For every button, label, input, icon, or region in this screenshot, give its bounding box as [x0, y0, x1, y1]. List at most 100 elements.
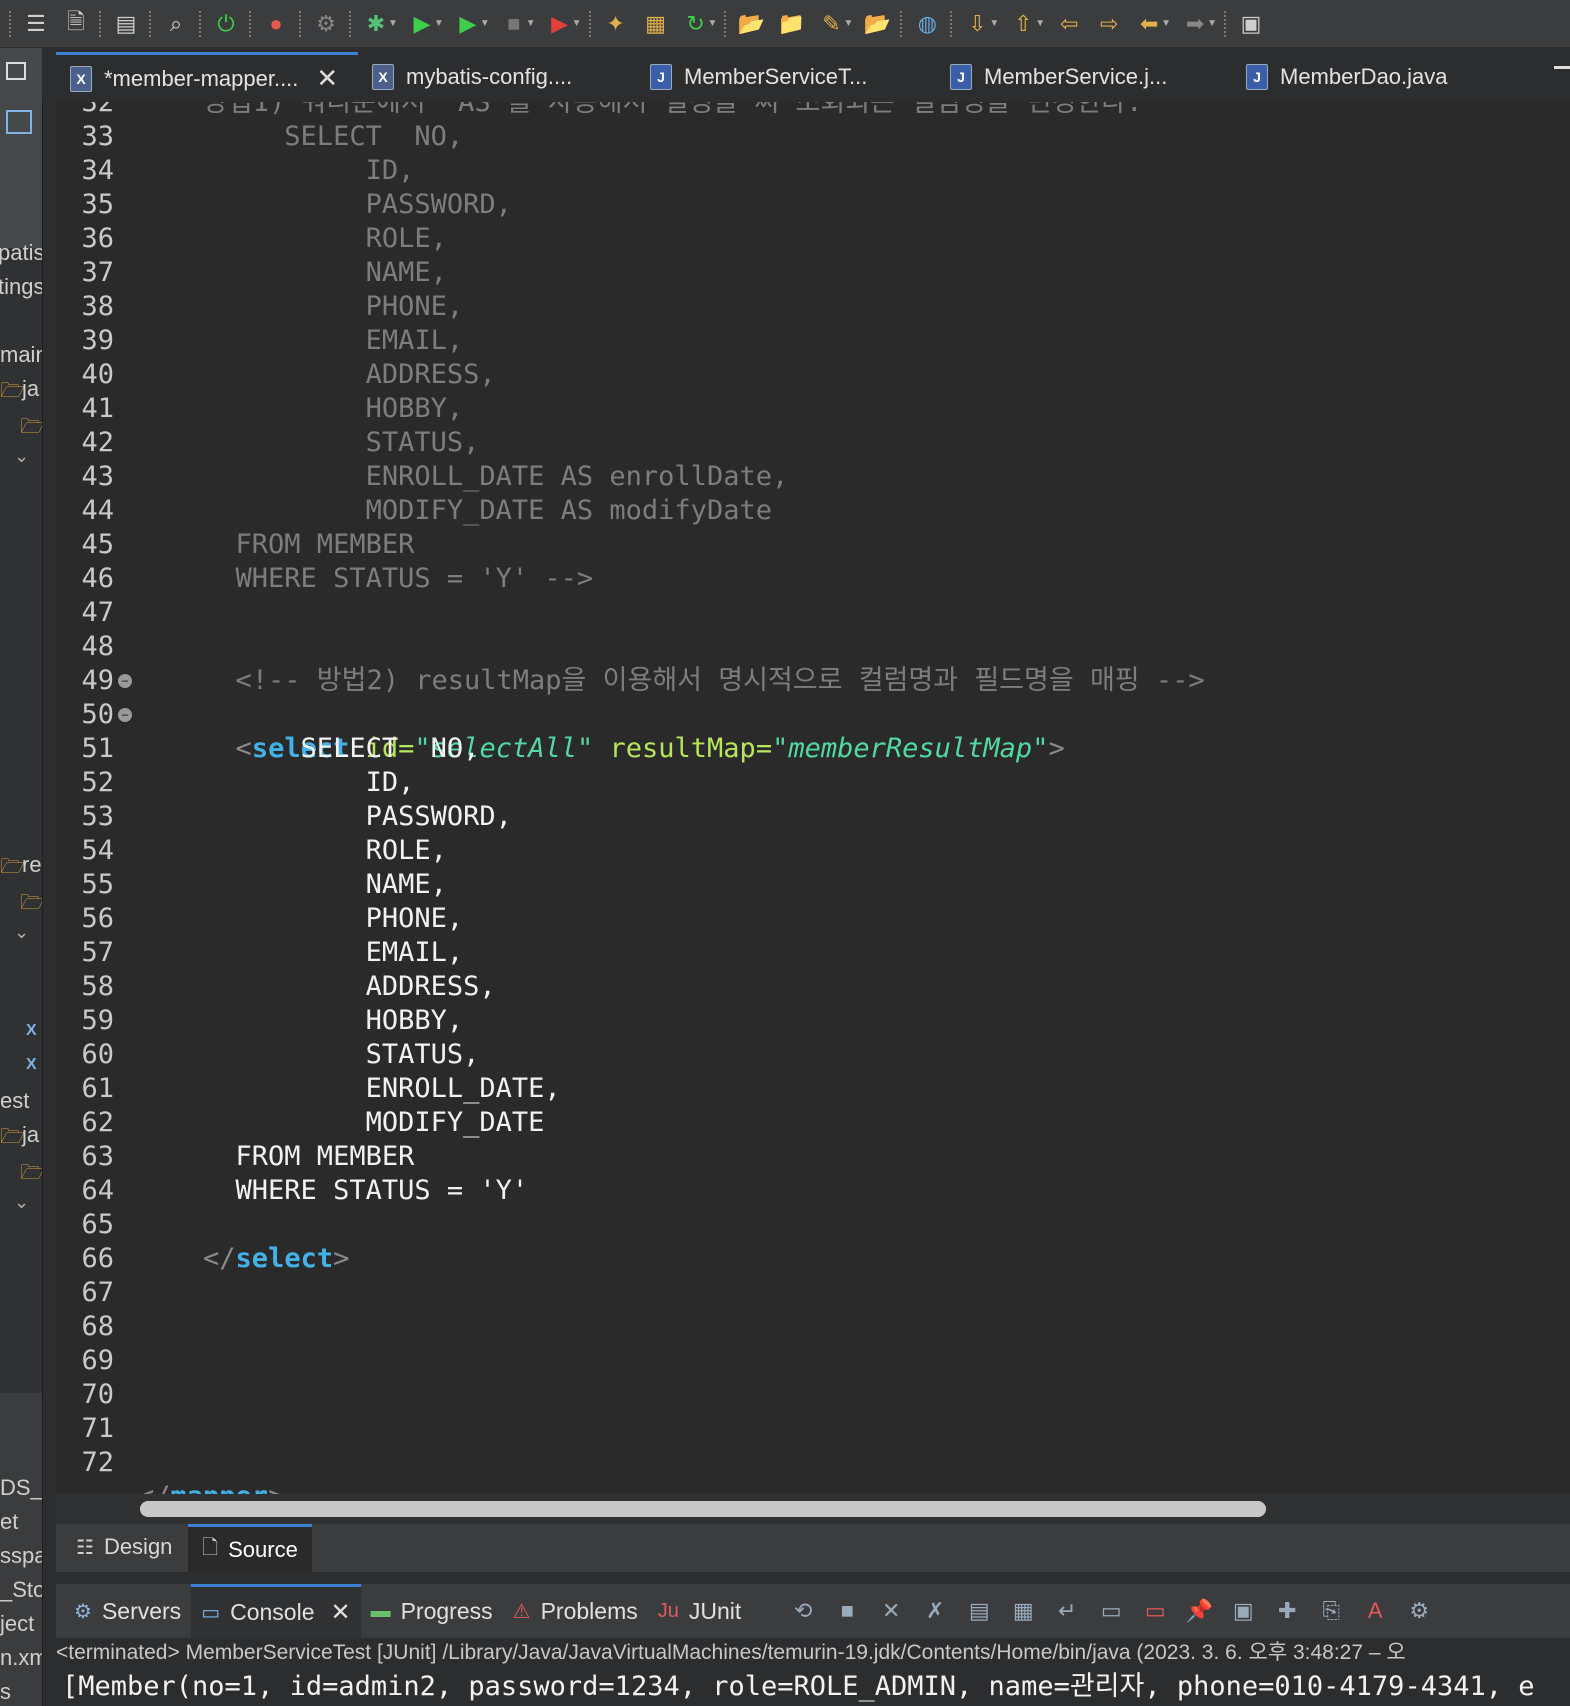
tab-member-dao[interactable]: J MemberDao.java	[1232, 52, 1482, 102]
tab-member-mapper[interactable]: X *member-mapper.... ✕	[56, 52, 358, 102]
tree-item-label[interactable]: patis	[0, 240, 42, 266]
code-text: PASSWORD,	[138, 801, 512, 832]
stop-dropdown-icon[interactable]: ▼	[526, 18, 536, 29]
code-line: 47	[56, 596, 1570, 630]
minimize-editor-icon[interactable]	[1554, 66, 1570, 69]
fold-toggle-icon[interactable]: −	[118, 708, 132, 722]
open-perspective-icon[interactable]: ▣	[1234, 7, 1268, 41]
minimize-icon[interactable]	[6, 62, 26, 80]
print-icon[interactable]: ▤	[109, 7, 143, 41]
new-class-dropdown-icon[interactable]: ▼	[708, 18, 718, 29]
last-edit-icon[interactable]: ⇦	[1052, 7, 1086, 41]
back-dropdown-icon[interactable]: ▼	[1161, 18, 1171, 29]
update-icon[interactable]: ●	[259, 7, 293, 41]
search-icon[interactable]: ⌕	[159, 7, 193, 41]
tree-item-label[interactable]: re	[22, 852, 42, 878]
tree-item-label[interactable]: et	[0, 1509, 18, 1535]
new-console-icon[interactable]: ✚	[1268, 1592, 1306, 1630]
tree-item-label[interactable]: tings	[0, 274, 42, 300]
code-text: SELECT NO,	[138, 121, 464, 152]
tab-member-service-test[interactable]: J MemberServiceT...	[636, 52, 936, 102]
tree-item-label[interactable]: ja	[22, 376, 39, 402]
next-annotation-dropdown-icon[interactable]: ▼	[989, 18, 999, 29]
remove-all-icon[interactable]: ✗	[916, 1592, 954, 1630]
show-stdout-icon[interactable]: ▭	[1092, 1592, 1130, 1630]
close-icon[interactable]: ✕	[330, 1598, 350, 1627]
tab-problems[interactable]: ⚠ Problems	[503, 1585, 648, 1637]
code-line: 52 ID,	[56, 766, 1570, 800]
terminate-icon[interactable]: ■	[828, 1592, 866, 1630]
line-number: 48	[81, 631, 114, 662]
tree-item-label[interactable]: _Sto	[0, 1577, 42, 1603]
scroll-lock-icon[interactable]: ▦	[1004, 1592, 1042, 1630]
tab-member-service[interactable]: J MemberService.j...	[936, 52, 1232, 102]
code-line: 49− <!-- 방법2) resultMap을 이용해서 명시적으로 컬럼명과…	[56, 664, 1570, 698]
tree-item-label[interactable]: n.xm	[0, 1645, 42, 1671]
debug-dropdown-icon[interactable]: ▼	[388, 18, 398, 29]
save-all-icon[interactable]: ☰	[19, 7, 53, 41]
code-line: 63 FROM MEMBER	[56, 1140, 1570, 1174]
sync-icon[interactable]: ⟲	[784, 1592, 822, 1630]
line-number: 64	[81, 1175, 114, 1206]
line-number: 44	[81, 495, 114, 526]
explorer-lower-area: DS_ et sspa _Sto ject n.xm s	[0, 1393, 42, 1706]
power-icon[interactable]: ⏻	[209, 7, 243, 41]
code-line: 57 EMAIL,	[56, 936, 1570, 970]
chevron-down-icon[interactable]: ⌄	[14, 446, 29, 467]
servers-icon: ⚙	[74, 1600, 92, 1623]
collapse-all-icon[interactable]	[6, 110, 32, 134]
tab-source[interactable]: 🗋 Source	[188, 1524, 312, 1573]
gear-icon[interactable]: ⚙	[1400, 1592, 1438, 1630]
prev-annotation-dropdown-icon[interactable]: ▼	[1035, 18, 1045, 29]
tree-item-label[interactable]: ject	[0, 1611, 34, 1637]
skip-breakpoints-icon[interactable]: ⚙	[309, 7, 343, 41]
line-number: 36	[81, 223, 114, 254]
highlight-icon[interactable]: A	[1356, 1592, 1394, 1630]
tab-console[interactable]: ▭ Console ✕	[191, 1583, 361, 1639]
run-external-dropdown-icon[interactable]: ▼	[480, 18, 490, 29]
tree-item-label[interactable]: s	[0, 1679, 11, 1705]
run-dropdown-icon[interactable]: ▼	[434, 18, 444, 29]
tab-junit[interactable]: Ju JUnit	[648, 1585, 752, 1637]
chevron-down-icon[interactable]: ⌄	[14, 922, 29, 943]
tree-item-label[interactable]: DS_	[0, 1475, 42, 1501]
horizontal-scrollbar-thumb[interactable]	[140, 1501, 1266, 1517]
remove-launch-icon[interactable]: ✕	[872, 1592, 910, 1630]
fold-toggle-icon[interactable]: −	[118, 674, 132, 688]
copy-icon[interactable]: ⎘	[1312, 1592, 1350, 1630]
open-type-icon[interactable]: 📂	[734, 7, 768, 41]
show-stderr-icon[interactable]: ▭	[1136, 1592, 1174, 1630]
tab-design[interactable]: ☷ Design	[62, 1524, 186, 1570]
tab-mybatis-config[interactable]: X mybatis-config....	[358, 52, 636, 102]
close-icon[interactable]: ✕	[316, 63, 338, 94]
code-line: 60 STATUS,	[56, 1038, 1570, 1072]
edit-dropdown-icon[interactable]: ▼	[843, 18, 853, 29]
open-folder-icon[interactable]: 📂	[860, 7, 894, 41]
coverage-dropdown-icon[interactable]: ▼	[572, 18, 582, 29]
code-line: 66	[56, 1242, 1570, 1276]
new-java-project-icon[interactable]: ✦	[599, 7, 633, 41]
clear-console-icon[interactable]: ▤	[960, 1592, 998, 1630]
code-text: ROLE,	[138, 223, 447, 254]
tree-item-label[interactable]: est	[0, 1088, 29, 1114]
open-task-icon[interactable]: 📁	[774, 7, 808, 41]
forward-dropdown-icon[interactable]: ▼	[1207, 18, 1217, 29]
new-package-icon[interactable]: ▦	[639, 7, 673, 41]
java-file-icon: J	[950, 64, 972, 90]
code-editor[interactable]: 32 방법1) 쿼리문에서 "AS"를 사용해서 별칭을 써 조회되는 컬럼명을…	[56, 102, 1570, 1494]
tab-servers[interactable]: ⚙ Servers	[64, 1585, 191, 1637]
word-wrap-icon[interactable]: ↵	[1048, 1592, 1086, 1630]
chevron-down-icon[interactable]: ⌄	[14, 1192, 29, 1213]
tree-item-label[interactable]: sspa	[0, 1543, 42, 1569]
tree-item-label[interactable]: ja	[22, 1122, 39, 1148]
line-number: 35	[81, 189, 114, 220]
forward-history-icon[interactable]: ⇨	[1092, 7, 1126, 41]
globe-icon[interactable]: ◍	[910, 7, 944, 41]
console-icon: ▭	[201, 1602, 221, 1624]
console-output[interactable]: [Member(no=1, id=admin2, password=1234, …	[62, 1668, 1570, 1706]
tree-item-label[interactable]: main	[0, 342, 42, 368]
tab-progress[interactable]: ▬ Progress	[361, 1585, 503, 1637]
save-icon[interactable]: 🗎	[59, 7, 93, 41]
pin-console-icon[interactable]: 📌	[1180, 1592, 1218, 1630]
display-console-icon[interactable]: ▣	[1224, 1592, 1262, 1630]
